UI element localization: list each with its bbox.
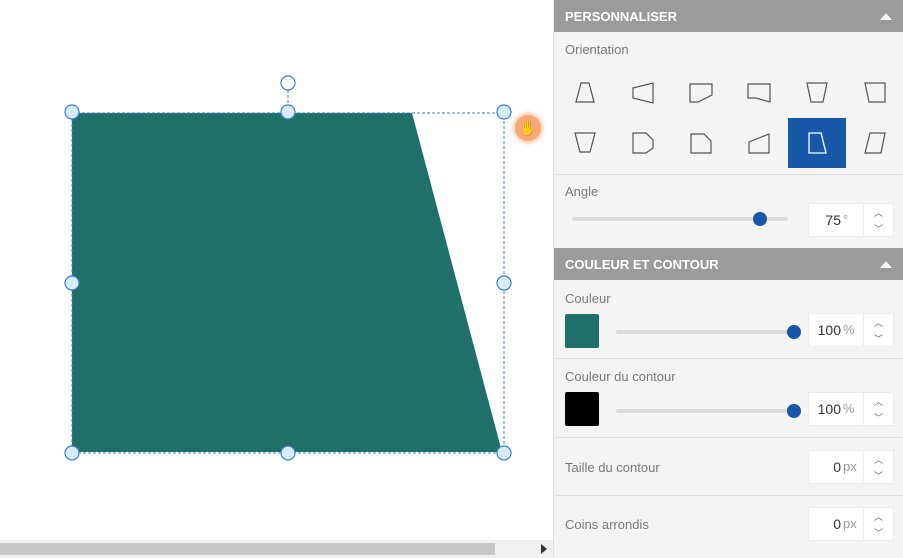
angle-slider-knob[interactable] — [752, 212, 767, 226]
color-row: Couleur 100 % ︿ ﹀ — [554, 280, 903, 359]
color-opacity-knob[interactable] — [787, 325, 801, 339]
rounded-corners-unit: px — [843, 516, 857, 531]
trapezoid-left-icon — [632, 82, 654, 104]
resize-handle-bottom-right[interactable] — [496, 445, 512, 461]
angle-value[interactable]: 75 — [809, 204, 843, 236]
orientation-label: Orientation — [565, 42, 629, 57]
outline-color-label: Couleur du contour — [565, 369, 676, 384]
orientation-option[interactable] — [672, 68, 730, 118]
color-outline-header-label: COULEUR ET CONTOUR — [565, 256, 719, 272]
rounded-corners-stepper[interactable]: 0 px ︿ ﹀ — [808, 507, 894, 541]
chevron-down-icon[interactable]: ﹀ — [864, 330, 893, 346]
orientation-option[interactable] — [788, 68, 846, 118]
rounded-corners-value[interactable]: 0 — [809, 508, 843, 540]
trapezoid-down-icon — [806, 82, 828, 103]
chevron-up-icon[interactable]: ︿ — [864, 393, 893, 409]
angle-row: Angle 75 ° ︿ ﹀ — [554, 175, 903, 252]
outline-opacity-stepper[interactable]: 100 % ︿ ﹀ — [808, 392, 894, 426]
orientation-option[interactable] — [730, 118, 788, 168]
chevron-down-icon[interactable]: ﹀ — [864, 409, 893, 425]
drawing-canvas[interactable]: ✋ — [0, 0, 553, 540]
trapezoid-right-slant-icon — [808, 132, 827, 154]
outline-opacity-knob[interactable] — [787, 404, 801, 418]
resize-handle-top-right[interactable] — [496, 104, 512, 120]
color-opacity-stepper[interactable]: 100 % ︿ ﹀ — [808, 313, 894, 347]
selected-shape[interactable] — [72, 113, 502, 452]
orientation-option-selected[interactable] — [788, 118, 846, 168]
angle-stepper[interactable]: 75 ° ︿ ﹀ — [808, 203, 894, 237]
color-opacity-unit: % — [843, 322, 855, 337]
resize-handle-bottom-middle[interactable] — [280, 445, 296, 461]
chevron-up-icon[interactable]: ︿ — [864, 451, 893, 467]
properties-panel: PERSONNALISER Orientation Angle 75 ° ︿ ﹀… — [553, 0, 903, 558]
outline-size-value[interactable]: 0 — [809, 451, 843, 483]
trapezoid-left-slant-icon — [747, 83, 771, 103]
orientation-option[interactable] — [846, 118, 903, 168]
canvas-svg — [64, 75, 512, 461]
resize-handle-middle-right[interactable] — [496, 275, 512, 291]
chevron-down-icon[interactable]: ﹀ — [864, 467, 893, 483]
trapezoid-inverted-icon — [574, 132, 596, 153]
chevron-down-icon[interactable]: ﹀ — [864, 524, 893, 540]
scroll-right-arrow-icon[interactable] — [541, 544, 547, 554]
trapezoid-down-left-icon — [864, 82, 886, 103]
outline-opacity-value[interactable]: 100 — [809, 393, 843, 425]
outline-opacity-unit: % — [843, 401, 855, 416]
collapse-chevron-icon[interactable] — [880, 260, 892, 268]
personalize-header-label: PERSONNALISER — [565, 8, 677, 24]
trapezoid-top-left-icon — [748, 133, 770, 154]
orientation-option[interactable] — [614, 68, 672, 118]
collapse-chevron-icon[interactable] — [880, 12, 892, 20]
orientation-option[interactable] — [672, 118, 730, 168]
resize-handle-top-middle[interactable] — [280, 104, 296, 120]
outline-color-row: Couleur du contour 100 % ︿ ﹀ — [554, 359, 903, 438]
outline-size-stepper[interactable]: 0 px ︿ ﹀ — [808, 450, 894, 484]
personalize-section-header[interactable]: PERSONNALISER — [554, 0, 903, 32]
trapezoid-right-icon — [632, 132, 654, 154]
rounded-corners-row: Coins arrondis 0 px ︿ ﹀ — [554, 496, 903, 554]
trapezoid-up-icon — [575, 82, 595, 103]
outline-size-unit: px — [843, 459, 857, 474]
orientation-option[interactable] — [614, 118, 672, 168]
orientation-option[interactable] — [556, 118, 614, 168]
orientation-grid — [556, 68, 903, 168]
resize-handle-middle-left[interactable] — [64, 275, 80, 291]
touch-hand-icon[interactable]: ✋ — [513, 113, 543, 143]
orientation-option[interactable] — [730, 68, 788, 118]
color-label: Couleur — [565, 291, 611, 306]
orientation-option[interactable] — [846, 68, 903, 118]
chevron-up-icon[interactable]: ︿ — [864, 508, 893, 524]
color-outline-section-header[interactable]: COULEUR ET CONTOUR — [554, 248, 903, 280]
parallelogram-icon — [864, 132, 886, 154]
horizontal-scrollbar[interactable] — [0, 540, 553, 558]
angle-slider[interactable] — [572, 212, 788, 226]
chevron-down-icon[interactable]: ﹀ — [864, 220, 893, 236]
orientation-option[interactable] — [556, 68, 614, 118]
chevron-up-icon[interactable]: ︿ — [864, 204, 893, 220]
color-opacity-slider[interactable] — [616, 325, 801, 339]
resize-handle-top-left[interactable] — [64, 104, 80, 120]
chevron-up-icon[interactable]: ︿ — [864, 314, 893, 330]
trapezoid-down-right-icon — [689, 83, 713, 103]
resize-handle-bottom-left[interactable] — [64, 445, 80, 461]
outline-opacity-slider[interactable] — [616, 404, 801, 418]
outline-size-row: Taille du contour 0 px ︿ ﹀ — [554, 438, 903, 496]
scrollbar-thumb[interactable] — [0, 543, 495, 555]
color-opacity-value[interactable]: 100 — [809, 314, 843, 346]
angle-unit: ° — [843, 212, 849, 227]
fill-color-swatch[interactable] — [565, 314, 599, 348]
trapezoid-top-right-icon — [690, 133, 712, 154]
angle-label: Angle — [565, 184, 599, 199]
outline-color-swatch[interactable] — [565, 392, 599, 426]
rotation-handle[interactable] — [280, 75, 296, 91]
